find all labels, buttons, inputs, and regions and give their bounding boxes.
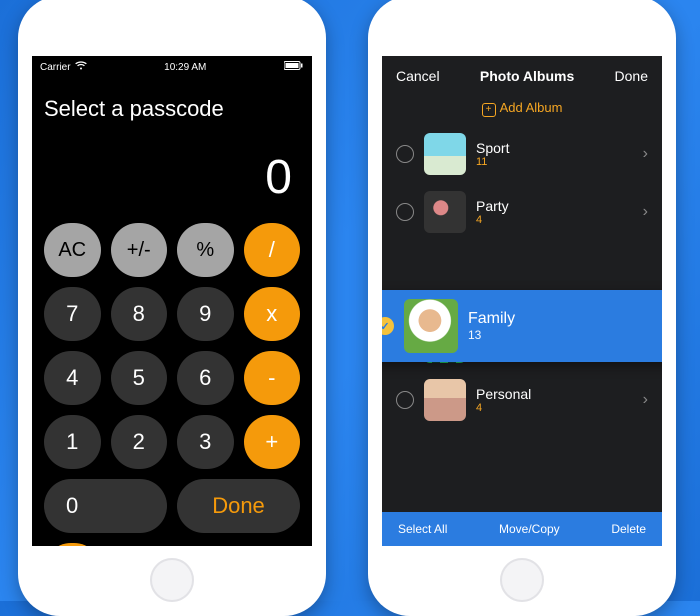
album-row-selected[interactable]: ✓ Family 13 › <box>382 290 662 362</box>
chevron-right-icon: › <box>643 203 648 221</box>
phone-albums: Cancel Photo Albums Done + Add Album Spor… <box>368 0 676 616</box>
battery-icon <box>284 61 304 73</box>
album-count: 13 <box>468 328 653 342</box>
status-time: 10:29 AM <box>164 62 206 73</box>
key-multiply[interactable]: x <box>244 287 301 341</box>
calculator-display: 0 <box>32 122 312 223</box>
plus-icon: + <box>482 103 496 117</box>
album-row[interactable]: Party 4 › <box>382 183 662 241</box>
album-info: Sport 11 <box>476 140 633 168</box>
carrier-label: Carrier <box>40 62 71 73</box>
chevron-right-icon: › <box>643 391 648 409</box>
home-button[interactable] <box>150 558 194 602</box>
key-6[interactable]: 6 <box>177 351 234 405</box>
key-ac[interactable]: AC <box>44 223 101 277</box>
cancel-button[interactable]: Cancel <box>396 68 440 84</box>
calculator-title: Select a passcode <box>32 76 312 122</box>
status-bar: Carrier 10:29 AM <box>32 56 312 76</box>
album-name: Party <box>476 198 633 214</box>
key-percent[interactable]: % <box>177 223 234 277</box>
key-1[interactable]: 1 <box>44 415 101 469</box>
albums-screen: Cancel Photo Albums Done + Add Album Spor… <box>382 56 662 546</box>
album-name: Personal <box>476 386 633 402</box>
album-count: 11 <box>476 156 633 168</box>
key-0[interactable]: 0 <box>44 479 167 533</box>
album-info: Personal 4 <box>476 386 633 414</box>
bottom-toolbar: Select All Move/Copy Delete <box>382 512 662 546</box>
album-count: 4 <box>476 214 633 226</box>
done-button[interactable]: Done <box>615 68 648 84</box>
select-radio[interactable] <box>396 145 414 163</box>
key-divide[interactable]: / <box>244 223 301 277</box>
add-album-button[interactable]: + Add Album <box>382 96 662 125</box>
key-add[interactable]: + <box>244 415 301 469</box>
select-radio[interactable] <box>396 203 414 221</box>
calculator-screen: Carrier 10:29 AM Select a passcode 0 AC … <box>32 56 312 546</box>
delete-button[interactable]: Delete <box>611 522 646 536</box>
key-4[interactable]: 4 <box>44 351 101 405</box>
album-row[interactable]: Sport 11 › <box>382 125 662 183</box>
phone-calculator: Carrier 10:29 AM Select a passcode 0 AC … <box>18 0 326 616</box>
key-plusminus[interactable]: +/- <box>111 223 168 277</box>
key-9[interactable]: 9 <box>177 287 234 341</box>
album-thumbnail <box>424 191 466 233</box>
select-all-button[interactable]: Select All <box>398 522 447 536</box>
album-info: Party 4 <box>476 198 633 226</box>
move-copy-button[interactable]: Move/Copy <box>499 522 560 536</box>
chevron-right-icon: › <box>643 145 648 163</box>
key-3[interactable]: 3 <box>177 415 234 469</box>
album-info: Family 13 <box>468 310 653 342</box>
navbar: Cancel Photo Albums Done <box>382 56 662 96</box>
album-thumbnail <box>424 379 466 421</box>
album-thumbnail <box>404 299 458 353</box>
key-2[interactable]: 2 <box>111 415 168 469</box>
album-count: 4 <box>476 402 633 414</box>
select-radio-checked[interactable]: ✓ <box>382 317 394 335</box>
key-subtract[interactable]: - <box>244 351 301 405</box>
album-name: Family <box>468 310 653 328</box>
select-radio[interactable] <box>396 391 414 409</box>
keypad: AC +/- % / 7 8 9 x 4 5 6 - 1 2 3 + 0 Don… <box>32 223 312 546</box>
page-title: Photo Albums <box>480 68 574 84</box>
key-7[interactable]: 7 <box>44 287 101 341</box>
album-name: Sport <box>476 140 633 156</box>
add-album-label: Add Album <box>500 100 563 115</box>
key-done[interactable]: Done <box>177 479 300 533</box>
home-button[interactable] <box>500 558 544 602</box>
album-thumbnail <box>424 133 466 175</box>
album-row[interactable]: Personal 4 › <box>382 371 662 429</box>
key-5[interactable]: 5 <box>111 351 168 405</box>
wifi-icon <box>75 61 87 73</box>
key-8[interactable]: 8 <box>111 287 168 341</box>
key-equals[interactable]: = <box>44 543 101 546</box>
